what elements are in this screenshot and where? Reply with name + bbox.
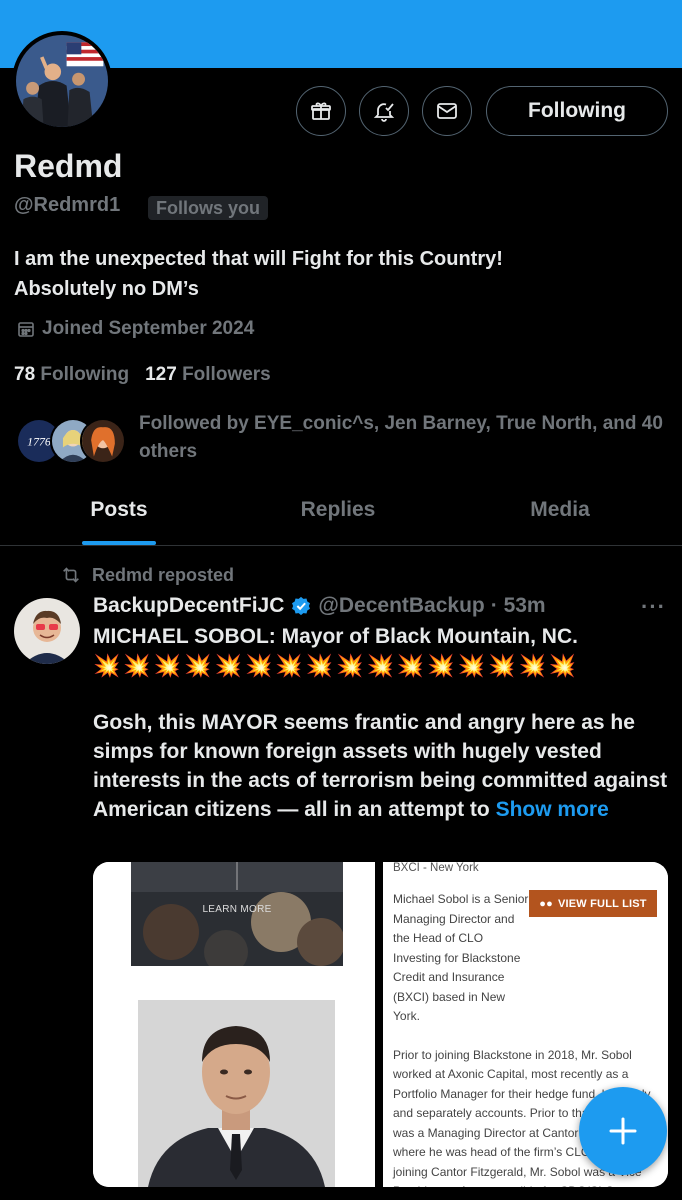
profile-bio: I am the unexpected that will Fight for … — [14, 244, 664, 304]
notifications-button[interactable] — [359, 86, 409, 136]
bio-line-2: Absolutely no DM’s — [14, 278, 199, 300]
post-emoji-line: 💥💥💥💥💥💥💥💥💥💥💥💥💥💥💥💥 — [93, 653, 580, 678]
following-stat[interactable]: 78 Following — [14, 364, 129, 386]
post-author-avatar-image — [14, 598, 80, 664]
portrait-photo — [138, 1000, 335, 1187]
bio-line-1: I am the unexpected that will Fight for … — [14, 248, 503, 270]
learn-more-text: LEARN MORE — [202, 904, 272, 915]
post-more-options-icon[interactable]: ··· — [641, 594, 666, 620]
media-left-panel: LEARN MORE — [93, 862, 375, 1187]
post-timestamp[interactable]: · 53m — [491, 594, 546, 618]
post-author-name[interactable]: BackupDecentFiJC — [93, 594, 284, 618]
followers-count: 127 — [145, 364, 177, 385]
post-author-handle[interactable]: @DecentBackup — [318, 594, 484, 618]
joined-date: Joined September 2024 — [16, 318, 254, 340]
repost-indicator: Redmd reposted — [60, 564, 234, 586]
message-icon — [437, 103, 457, 119]
following-label: Following — [40, 364, 130, 385]
tab-posts[interactable]: Posts — [0, 486, 238, 546]
tab-replies[interactable]: Replies — [238, 486, 438, 546]
gift-icon — [311, 102, 331, 120]
media-divider — [375, 862, 383, 1187]
plus-icon — [609, 1117, 637, 1145]
bio-paragraph-1: Michael Sobol is a Senior Managing Direc… — [393, 892, 529, 1023]
post-author-avatar[interactable] — [14, 598, 80, 664]
verified-badge-icon — [290, 595, 312, 617]
profile-handle: @Redmrd1 — [14, 194, 121, 216]
profile-avatar[interactable] — [12, 31, 112, 131]
profile-tabs: Posts Replies Media — [0, 486, 682, 546]
repost-icon — [63, 567, 79, 583]
compose-post-button[interactable] — [579, 1087, 667, 1175]
tab-media[interactable]: Media — [438, 486, 682, 546]
post-title-line: MICHAEL SOBOL: Mayor of Black Mountain, … — [93, 625, 578, 648]
avatar-image — [16, 35, 108, 127]
follow-stats: 78 Following 127 Followers — [14, 364, 271, 386]
following-button[interactable]: Following — [486, 86, 668, 136]
profile-name: Redmd — [14, 148, 123, 184]
following-count: 78 — [14, 364, 36, 385]
show-more-link[interactable]: Show more — [496, 798, 609, 821]
bxci-heading: BXCI - New York — [393, 862, 479, 874]
follower-avatar-3 — [80, 418, 126, 464]
gift-button[interactable] — [296, 86, 346, 136]
calendar-icon — [18, 322, 34, 337]
joined-text: Joined September 2024 — [42, 318, 255, 339]
follower-avatar-image-3 — [82, 420, 124, 462]
active-tab-indicator — [82, 541, 156, 545]
repost-label[interactable]: Redmd reposted — [92, 565, 234, 586]
message-button[interactable] — [422, 86, 472, 136]
post-body: Gosh, this MAYOR seems frantic and angry… — [93, 708, 673, 824]
notification-bell-icon — [373, 103, 395, 122]
mini-avatar-text: 1776 — [27, 435, 51, 449]
followed-by-text: Followed by EYE_conic^s, Jen Barney, Tru… — [139, 413, 663, 462]
event-photo: LEARN MORE — [131, 862, 343, 966]
followers-stat[interactable]: 127 Followers — [145, 364, 271, 386]
portrait-photo-image — [138, 1000, 335, 1187]
followers-label: Followers — [182, 364, 271, 385]
post-header: BackupDecentFiJC @DecentBackup · 53m — [93, 594, 546, 618]
follows-you-badge: Follows you — [148, 196, 269, 220]
